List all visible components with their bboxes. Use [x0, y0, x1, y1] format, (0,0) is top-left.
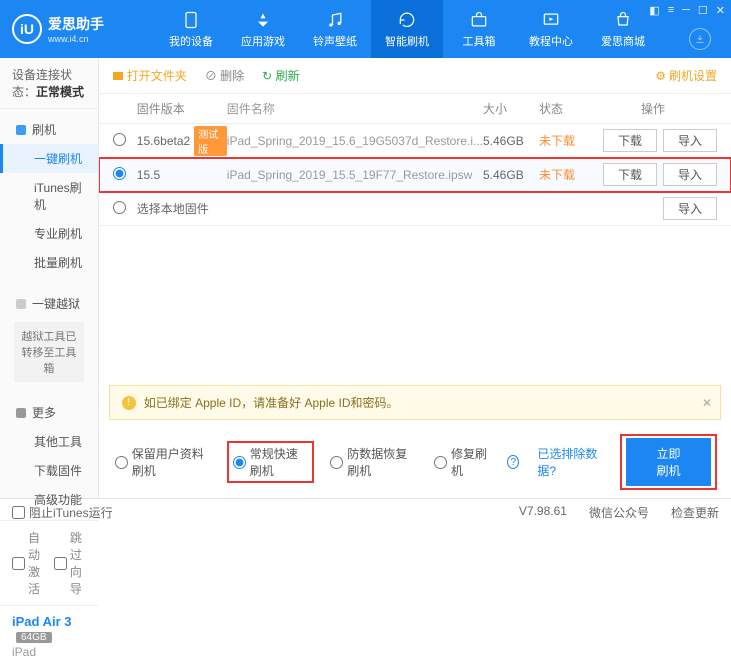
- check-update-link[interactable]: 检查更新: [671, 504, 719, 521]
- delete-button[interactable]: ⊘ 删除: [205, 67, 244, 84]
- flash-now-button[interactable]: 立即刷机: [626, 438, 711, 486]
- row-select-radio[interactable]: [113, 201, 126, 214]
- open-folder-button[interactable]: 打开文件夹: [113, 67, 187, 84]
- app-url: www.i4.cn: [48, 34, 104, 44]
- exclude-data-link[interactable]: 已选排除数据?: [537, 445, 604, 479]
- min-icon[interactable]: ─: [682, 4, 690, 17]
- device-type: iPad: [12, 645, 86, 659]
- table-row[interactable]: 15.5 iPad_Spring_2019_15.5_19F77_Restore…: [99, 158, 731, 192]
- sidebar-item-batch-flash[interactable]: 批量刷机: [0, 248, 98, 277]
- menu-icon[interactable]: ≡: [668, 4, 674, 17]
- status-bar: 阻止iTunes运行 V7.98.61 微信公众号 检查更新: [0, 498, 731, 526]
- sidebar-item-pro-flash[interactable]: 专业刷机: [0, 219, 98, 248]
- sidebar-head-more[interactable]: 更多: [0, 398, 98, 427]
- import-button[interactable]: 导入: [663, 197, 717, 220]
- table-header: 固件版本 固件名称 大小 状态 操作: [99, 94, 731, 124]
- skin-icon[interactable]: ◧: [649, 4, 659, 17]
- sidebar: 设备连接状态：正常模式 刷机 一键刷机 iTunes刷机 专业刷机 批量刷机 一…: [0, 58, 99, 498]
- import-button[interactable]: 导入: [663, 163, 717, 186]
- nav-ringtones[interactable]: 铃声壁纸: [299, 0, 371, 58]
- row-select-radio[interactable]: [113, 167, 126, 180]
- import-button[interactable]: 导入: [663, 129, 717, 152]
- window-controls: ◧ ≡ ─ ☐ ✕: [649, 4, 725, 17]
- nav-store[interactable]: 爱思商城: [587, 0, 659, 58]
- nav-flash[interactable]: 智能刷机: [371, 0, 443, 58]
- mode-repair[interactable]: 修复刷机: [434, 445, 489, 479]
- close-icon[interactable]: ✕: [716, 4, 725, 17]
- title-bar: iU 爱思助手 www.i4.cn 我的设备 应用游戏 铃声壁纸 智能刷机 工具…: [0, 0, 731, 58]
- block-itunes-checkbox[interactable]: 阻止iTunes运行: [12, 504, 113, 521]
- mode-anti-recovery[interactable]: 防数据恢复刷机: [330, 445, 416, 479]
- auto-activate-checkbox[interactable]: 自动激活: [12, 529, 44, 597]
- download-mgr-button[interactable]: [689, 28, 711, 50]
- logo: iU 爱思助手 www.i4.cn: [0, 14, 155, 44]
- wechat-link[interactable]: 微信公众号: [589, 504, 649, 521]
- sidebar-item-itunes-flash[interactable]: iTunes刷机: [0, 173, 98, 219]
- help-icon[interactable]: ?: [507, 455, 519, 469]
- logo-icon: iU: [12, 14, 42, 44]
- close-warning-icon[interactable]: ✕: [702, 396, 712, 410]
- toolbar: 打开文件夹 ⊘ 删除 ↻ 刷新 刷机设置: [99, 58, 731, 94]
- download-button[interactable]: 下载: [603, 163, 657, 186]
- main-content: 打开文件夹 ⊘ 删除 ↻ 刷新 刷机设置 固件版本 固件名称 大小 状态 操作 …: [99, 58, 731, 498]
- device-info[interactable]: iPad Air 3 64GB iPad: [0, 605, 98, 667]
- nav-tutorials[interactable]: 教程中心: [515, 0, 587, 58]
- refresh-button[interactable]: ↻ 刷新: [262, 67, 299, 84]
- connection-status: 设备连接状态：正常模式: [0, 58, 98, 109]
- mode-keep-data[interactable]: 保留用户资料刷机: [115, 445, 211, 479]
- beta-badge: 测试版: [194, 126, 227, 156]
- sidebar-head-jailbreak[interactable]: 一键越狱: [0, 289, 98, 318]
- nav-toolbox[interactable]: 工具箱: [443, 0, 515, 58]
- sidebar-options: 自动激活 跳过向导: [0, 520, 98, 605]
- table-row[interactable]: 15.6beta2测试版 iPad_Spring_2019_15.6_19G50…: [99, 124, 731, 158]
- row-select-radio[interactable]: [113, 133, 126, 146]
- app-name: 爱思助手: [48, 14, 104, 34]
- sidebar-item-oneclick-flash[interactable]: 一键刷机: [0, 144, 98, 173]
- flash-settings-button[interactable]: 刷机设置: [655, 67, 717, 84]
- sidebar-item-other-tools[interactable]: 其他工具: [0, 427, 98, 456]
- device-storage: 64GB: [16, 632, 52, 643]
- jailbreak-moved-note: 越狱工具已转移至工具箱: [14, 322, 84, 382]
- appleid-warning: 如已绑定 Apple ID，请准备好 Apple ID和密码。 ✕: [109, 385, 721, 420]
- mode-normal-fast[interactable]: 常规快速刷机: [233, 445, 309, 479]
- download-button[interactable]: 下载: [603, 129, 657, 152]
- sidebar-head-flash[interactable]: 刷机: [0, 115, 98, 144]
- table-row-local[interactable]: 选择本地固件 导入: [99, 192, 731, 226]
- device-name: iPad Air 3: [12, 614, 71, 629]
- sidebar-item-download-fw[interactable]: 下载固件: [0, 456, 98, 485]
- max-icon[interactable]: ☐: [698, 4, 708, 17]
- version-text: V7.98.61: [519, 504, 567, 521]
- flash-modes: 保留用户资料刷机 常规快速刷机 防数据恢复刷机 修复刷机 ? 已选排除数据? 立…: [99, 426, 731, 498]
- main-nav: 我的设备 应用游戏 铃声壁纸 智能刷机 工具箱 教程中心 爱思商城: [155, 0, 731, 58]
- nav-my-device[interactable]: 我的设备: [155, 0, 227, 58]
- nav-apps[interactable]: 应用游戏: [227, 0, 299, 58]
- firmware-table: 固件版本 固件名称 大小 状态 操作 15.6beta2测试版 iPad_Spr…: [99, 94, 731, 385]
- skip-guide-checkbox[interactable]: 跳过向导: [54, 529, 86, 597]
